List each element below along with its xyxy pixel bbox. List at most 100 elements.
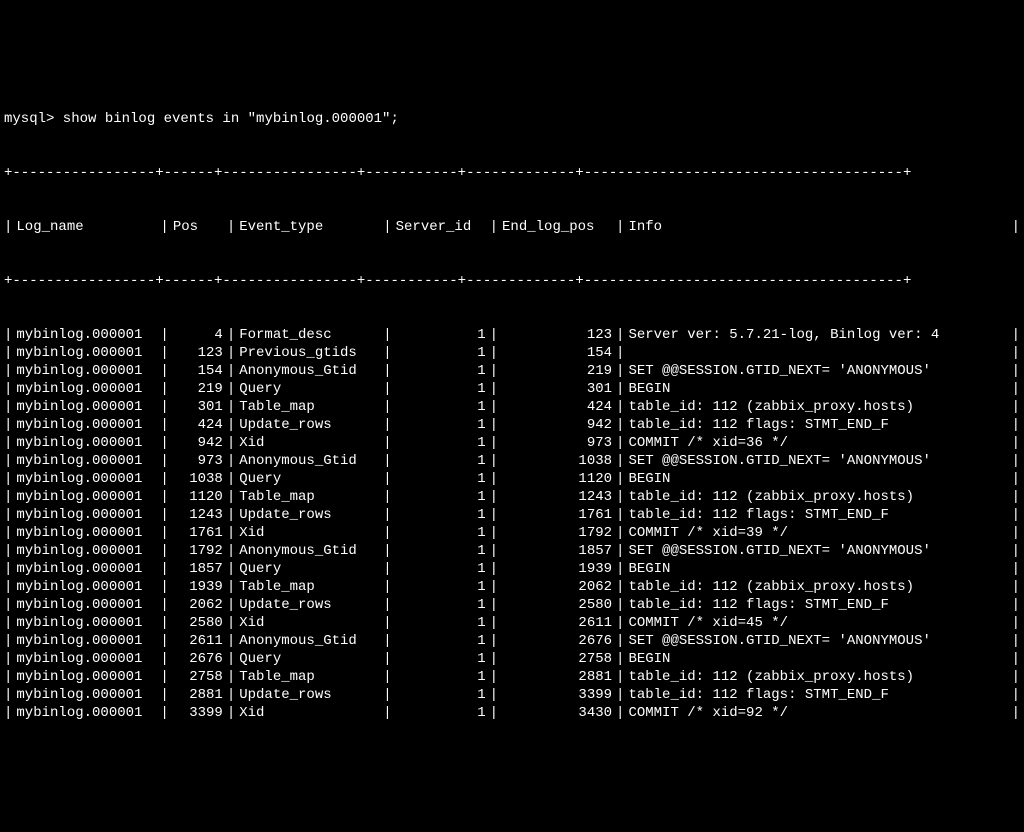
cell-pos: 2611 xyxy=(169,632,227,650)
cell-server-id: 1 xyxy=(392,452,490,470)
cell-event-type: Anonymous_Gtid xyxy=(235,452,383,470)
cell-server-id: 1 xyxy=(392,344,490,362)
table-row: |mybinlog.000001|1038|Query|1|1120|BEGIN… xyxy=(4,470,1020,488)
table-row: |mybinlog.000001|1939|Table_map|1|2062|t… xyxy=(4,578,1020,596)
cell-pos: 154 xyxy=(169,362,227,380)
table-header-row: |Log_name |Pos |Event_type |Server_id |E… xyxy=(4,218,1020,236)
cell-log-name: mybinlog.000001 xyxy=(12,434,160,452)
cell-event-type: Update_rows xyxy=(235,416,383,434)
cell-log-name: mybinlog.000001 xyxy=(12,398,160,416)
cell-server-id: 1 xyxy=(392,380,490,398)
cell-event-type: Query xyxy=(235,470,383,488)
cell-pos: 2676 xyxy=(169,650,227,668)
col-end-log-pos: End_log_pos xyxy=(498,218,616,236)
cell-end-log-pos: 123 xyxy=(498,326,616,344)
cell-server-id: 1 xyxy=(392,326,490,344)
cell-pos: 219 xyxy=(169,380,227,398)
cell-info: SET @@SESSION.GTID_NEXT= 'ANONYMOUS' xyxy=(624,542,1011,560)
cell-end-log-pos: 1857 xyxy=(498,542,616,560)
cell-server-id: 1 xyxy=(392,632,490,650)
cell-end-log-pos: 2676 xyxy=(498,632,616,650)
cell-event-type: Format_desc xyxy=(235,326,383,344)
cell-pos: 4 xyxy=(169,326,227,344)
cell-log-name: mybinlog.000001 xyxy=(12,686,160,704)
cell-event-type: Query xyxy=(235,650,383,668)
cell-log-name: mybinlog.000001 xyxy=(12,452,160,470)
cell-pos: 1761 xyxy=(169,524,227,542)
cell-info: COMMIT /* xid=36 */ xyxy=(624,434,1011,452)
cell-pos: 942 xyxy=(169,434,227,452)
table-row: |mybinlog.000001|3399|Xid|1|3430|COMMIT … xyxy=(4,704,1020,722)
cell-event-type: Update_rows xyxy=(235,506,383,524)
cell-server-id: 1 xyxy=(392,398,490,416)
cell-event-type: Previous_gtids xyxy=(235,344,383,362)
cell-log-name: mybinlog.000001 xyxy=(12,380,160,398)
col-info: Info xyxy=(624,218,1011,236)
cell-end-log-pos: 1243 xyxy=(498,488,616,506)
cell-log-name: mybinlog.000001 xyxy=(12,704,160,722)
table-row: |mybinlog.000001|1761|Xid|1|1792|COMMIT … xyxy=(4,524,1020,542)
cell-pos: 1857 xyxy=(169,560,227,578)
cell-pos: 2758 xyxy=(169,668,227,686)
cell-info: COMMIT /* xid=39 */ xyxy=(624,524,1011,542)
cell-server-id: 1 xyxy=(392,524,490,542)
cell-info: BEGIN xyxy=(624,650,1011,668)
cell-event-type: Table_map xyxy=(235,488,383,506)
cell-end-log-pos: 3430 xyxy=(498,704,616,722)
cell-event-type: Table_map xyxy=(235,578,383,596)
cell-log-name: mybinlog.000001 xyxy=(12,488,160,506)
table-row: |mybinlog.000001|301|Table_map|1|424|tab… xyxy=(4,398,1020,416)
cell-server-id: 1 xyxy=(392,614,490,632)
command-prompt[interactable]: mysql> show binlog events in "mybinlog.0… xyxy=(4,110,1020,128)
table-row: |mybinlog.000001|2881|Update_rows|1|3399… xyxy=(4,686,1020,704)
table-row: |mybinlog.000001|2611|Anonymous_Gtid|1|2… xyxy=(4,632,1020,650)
cell-info: table_id: 112 (zabbix_proxy.hosts) xyxy=(624,488,1011,506)
table-body: |mybinlog.000001|4|Format_desc|1|123|Ser… xyxy=(4,326,1020,722)
cell-info: Server ver: 5.7.21-log, Binlog ver: 4 xyxy=(624,326,1011,344)
cell-log-name: mybinlog.000001 xyxy=(12,470,160,488)
cell-end-log-pos: 2062 xyxy=(498,578,616,596)
cell-log-name: mybinlog.000001 xyxy=(12,560,160,578)
cell-end-log-pos: 973 xyxy=(498,434,616,452)
cell-info: table_id: 112 flags: STMT_END_F xyxy=(624,506,1011,524)
cell-info: BEGIN xyxy=(624,470,1011,488)
cell-info: table_id: 112 (zabbix_proxy.hosts) xyxy=(624,578,1011,596)
cell-log-name: mybinlog.000001 xyxy=(12,344,160,362)
cell-end-log-pos: 2611 xyxy=(498,614,616,632)
cell-server-id: 1 xyxy=(392,470,490,488)
cell-server-id: 1 xyxy=(392,596,490,614)
table-border-top: +-----------------+------+--------------… xyxy=(4,164,1020,182)
cell-log-name: mybinlog.000001 xyxy=(12,668,160,686)
cell-server-id: 1 xyxy=(392,578,490,596)
cell-event-type: Xid xyxy=(235,434,383,452)
cell-end-log-pos: 1038 xyxy=(498,452,616,470)
cell-pos: 424 xyxy=(169,416,227,434)
table-row: |mybinlog.000001|219|Query|1|301|BEGIN| xyxy=(4,380,1020,398)
cell-pos: 2062 xyxy=(169,596,227,614)
cell-end-log-pos: 154 xyxy=(498,344,616,362)
table-row: |mybinlog.000001|424|Update_rows|1|942|t… xyxy=(4,416,1020,434)
cell-pos: 1243 xyxy=(169,506,227,524)
cell-event-type: Anonymous_Gtid xyxy=(235,542,383,560)
cell-pos: 973 xyxy=(169,452,227,470)
cell-info: SET @@SESSION.GTID_NEXT= 'ANONYMOUS' xyxy=(624,632,1011,650)
cell-log-name: mybinlog.000001 xyxy=(12,506,160,524)
terminal-output: mysql> show binlog events in "mybinlog.0… xyxy=(0,72,1024,742)
cell-server-id: 1 xyxy=(392,506,490,524)
cell-end-log-pos: 301 xyxy=(498,380,616,398)
cell-end-log-pos: 2580 xyxy=(498,596,616,614)
cell-log-name: mybinlog.000001 xyxy=(12,578,160,596)
cell-pos: 123 xyxy=(169,344,227,362)
cell-end-log-pos: 2758 xyxy=(498,650,616,668)
cell-server-id: 1 xyxy=(392,434,490,452)
cell-end-log-pos: 2881 xyxy=(498,668,616,686)
cell-log-name: mybinlog.000001 xyxy=(12,326,160,344)
cell-pos: 1038 xyxy=(169,470,227,488)
cell-event-type: Table_map xyxy=(235,668,383,686)
cell-log-name: mybinlog.000001 xyxy=(12,614,160,632)
cell-server-id: 1 xyxy=(392,560,490,578)
col-log-name: Log_name xyxy=(12,218,160,236)
cell-end-log-pos: 942 xyxy=(498,416,616,434)
table-row: |mybinlog.000001|1120|Table_map|1|1243|t… xyxy=(4,488,1020,506)
cell-server-id: 1 xyxy=(392,650,490,668)
